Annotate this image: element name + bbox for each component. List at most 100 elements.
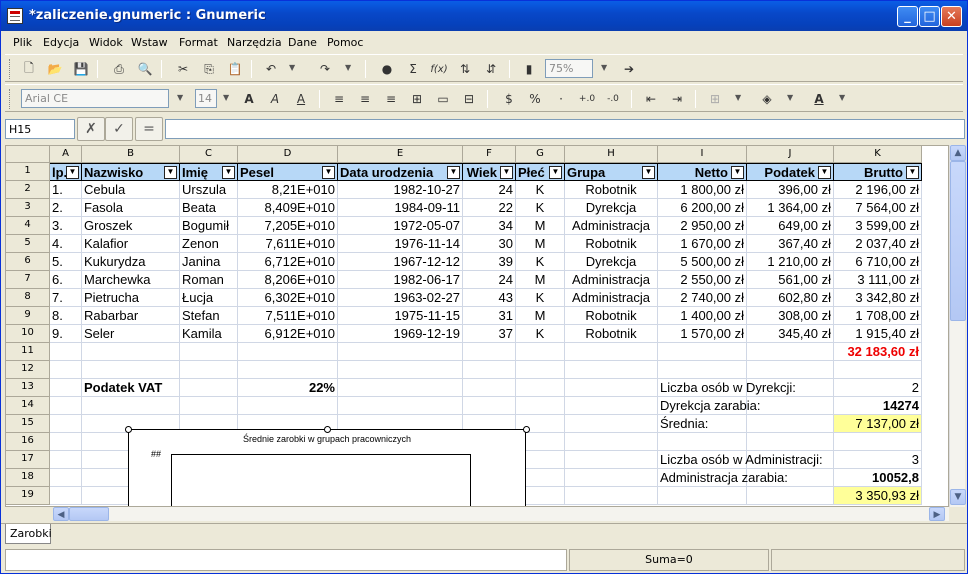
adm-sum-label[interactable]: Administracja zarabia: xyxy=(658,469,834,487)
grid-cell[interactable] xyxy=(565,343,658,361)
data-cell[interactable]: 6. xyxy=(50,271,82,289)
data-cell[interactable]: 2 740,00 zł xyxy=(658,289,747,307)
data-cell[interactable]: 2 037,40 zł xyxy=(834,235,922,253)
column-title-9[interactable]: Podatek ▼ xyxy=(747,163,834,181)
data-cell[interactable]: 308,00 zł xyxy=(747,307,834,325)
data-cell[interactable]: Seler xyxy=(82,325,180,343)
column-title-1[interactable]: Nazwisko ▼ xyxy=(82,163,180,181)
horizontal-scroll-thumb[interactable] xyxy=(69,507,109,521)
corner-select-all[interactable] xyxy=(6,146,50,163)
copy-icon[interactable]: ⎘ xyxy=(199,59,219,79)
grid-cell[interactable] xyxy=(180,343,238,361)
data-cell[interactable]: Marchewka xyxy=(82,271,180,289)
data-cell[interactable]: Urszula xyxy=(180,181,238,199)
data-cell[interactable]: 24 xyxy=(463,181,516,199)
dyr-count-value[interactable]: 2 xyxy=(834,379,922,397)
accept-entry-icon[interactable]: ✓ xyxy=(105,117,133,141)
data-cell[interactable]: 1 364,00 zł xyxy=(747,199,834,217)
data-cell[interactable]: 30 xyxy=(463,235,516,253)
data-cell[interactable]: M xyxy=(516,271,565,289)
data-cell[interactable]: Robotnik xyxy=(565,325,658,343)
formula-input[interactable] xyxy=(165,119,965,139)
sort-descending-icon[interactable]: ⇵ xyxy=(481,59,501,79)
filter-dropdown-icon[interactable]: ▼ xyxy=(222,166,235,179)
vertical-scrollbar[interactable]: ▲ ▼ xyxy=(949,145,966,507)
column-header-H[interactable]: H xyxy=(565,146,658,163)
data-cell[interactable]: 1 800,00 zł xyxy=(658,181,747,199)
font-size-combo[interactable]: 14 xyxy=(195,89,217,108)
grid-cell[interactable] xyxy=(516,379,565,397)
grid-cell[interactable] xyxy=(463,397,516,415)
data-cell[interactable]: 2 550,00 zł xyxy=(658,271,747,289)
decrease-decimal-icon[interactable]: -.0 xyxy=(603,89,623,109)
row-header-17[interactable]: 17 xyxy=(6,451,50,469)
grid-cell[interactable] xyxy=(516,343,565,361)
data-cell[interactable]: 8,21E+010 xyxy=(238,181,338,199)
data-cell[interactable]: Robotnik xyxy=(565,181,658,199)
row-header-4[interactable]: 4 xyxy=(6,217,50,235)
adm-count-value[interactable]: 3 xyxy=(834,451,922,469)
filter-dropdown-icon[interactable]: ▼ xyxy=(818,166,831,179)
grid-cell[interactable] xyxy=(238,361,338,379)
align-right-icon[interactable]: ≡ xyxy=(381,89,401,109)
data-cell[interactable]: Zenon xyxy=(180,235,238,253)
grid-cell[interactable] xyxy=(50,433,82,451)
font-color-dropdown-icon[interactable]: ▼ xyxy=(839,93,845,102)
data-cell[interactable]: 22 xyxy=(463,199,516,217)
data-cell[interactable]: Łucja xyxy=(180,289,238,307)
data-cell[interactable]: 345,40 zł xyxy=(747,325,834,343)
data-cell[interactable]: 1963-02-27 xyxy=(338,289,463,307)
data-cell[interactable]: 1 400,00 zł xyxy=(658,307,747,325)
column-header-I[interactable]: I xyxy=(658,146,747,163)
data-cell[interactable]: Pietrucha xyxy=(82,289,180,307)
menu-item-3[interactable]: Wstaw xyxy=(131,36,168,49)
grid-cell[interactable] xyxy=(50,415,82,433)
vat-label[interactable]: Podatek VAT xyxy=(82,379,180,397)
close-button[interactable]: ✕ xyxy=(941,6,962,27)
grid-cell[interactable] xyxy=(834,433,922,451)
vertical-scroll-thumb[interactable] xyxy=(950,161,966,321)
data-cell[interactable]: 7,205E+010 xyxy=(238,217,338,235)
data-cell[interactable]: Kukurydza xyxy=(82,253,180,271)
data-cell[interactable]: K xyxy=(516,181,565,199)
data-cell[interactable]: 2. xyxy=(50,199,82,217)
filter-dropdown-icon[interactable]: ▼ xyxy=(447,166,460,179)
grid-cell[interactable] xyxy=(238,397,338,415)
data-cell[interactable]: 649,00 zł xyxy=(747,217,834,235)
column-title-7[interactable]: Grupa ▼ xyxy=(565,163,658,181)
data-cell[interactable]: 34 xyxy=(463,217,516,235)
filter-dropdown-icon[interactable]: ▼ xyxy=(731,166,744,179)
increase-decimal-icon[interactable]: +.0 xyxy=(577,89,597,109)
cancel-entry-icon[interactable]: ✗ xyxy=(77,117,105,141)
column-title-3[interactable]: Pesel ▼ xyxy=(238,163,338,181)
data-cell[interactable]: 6 710,00 zł xyxy=(834,253,922,271)
zoom-dropdown-icon[interactable]: ▼ xyxy=(601,63,607,72)
grid-cell[interactable] xyxy=(565,487,658,505)
data-cell[interactable]: 1967-12-12 xyxy=(338,253,463,271)
data-cell[interactable]: 24 xyxy=(463,271,516,289)
grid-cell[interactable] xyxy=(238,343,338,361)
data-cell[interactable]: 37 xyxy=(463,325,516,343)
font-color-icon[interactable]: A xyxy=(809,89,829,109)
data-cell[interactable]: Dyrekcja xyxy=(565,253,658,271)
data-cell[interactable]: 3 111,00 zł xyxy=(834,271,922,289)
goto-icon[interactable]: ➔ xyxy=(619,59,639,79)
data-cell[interactable]: 7,511E+010 xyxy=(238,307,338,325)
data-cell[interactable]: 7. xyxy=(50,289,82,307)
dyr-avg-value[interactable]: 7 137,00 zł xyxy=(834,415,922,433)
data-cell[interactable]: 3 599,00 zł xyxy=(834,217,922,235)
menu-item-7[interactable]: Pomoc xyxy=(327,36,363,49)
data-cell[interactable]: 7,611E+010 xyxy=(238,235,338,253)
hyperlink-icon[interactable]: ● xyxy=(377,59,397,79)
data-cell[interactable]: 1976-11-14 xyxy=(338,235,463,253)
grid-cell[interactable] xyxy=(463,379,516,397)
cut-icon[interactable]: ✂ xyxy=(173,59,193,79)
data-cell[interactable]: Groszek xyxy=(82,217,180,235)
column-title-4[interactable]: Data urodzenia ▼ xyxy=(338,163,463,181)
filter-dropdown-icon[interactable]: ▼ xyxy=(66,166,79,179)
row-header-19[interactable]: 19 xyxy=(6,487,50,505)
data-cell[interactable]: 602,80 zł xyxy=(747,289,834,307)
data-cell[interactable]: Janina xyxy=(180,253,238,271)
row-header-14[interactable]: 14 xyxy=(6,397,50,415)
grid-cell[interactable] xyxy=(516,397,565,415)
